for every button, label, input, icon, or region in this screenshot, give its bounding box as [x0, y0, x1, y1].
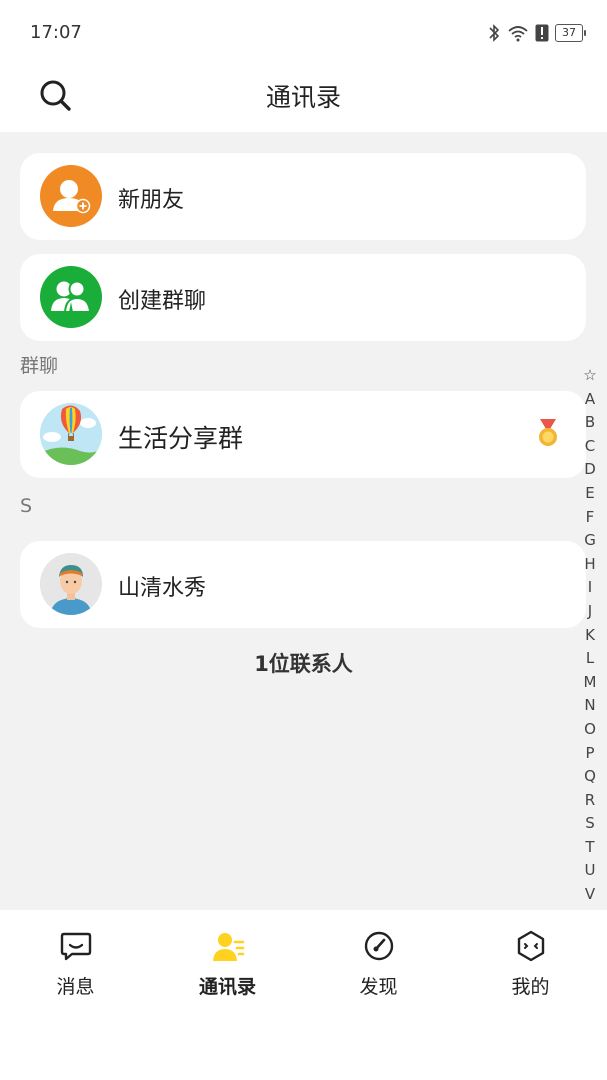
profile-face-icon [517, 930, 545, 962]
group-avatar [40, 403, 102, 465]
compass-icon [364, 931, 394, 961]
alphabet-index-letter[interactable]: S [585, 812, 595, 836]
contacts-section-letter: S [20, 495, 33, 517]
bluetooth-icon [489, 24, 500, 42]
alphabet-index-letter[interactable]: P [585, 742, 594, 766]
status-time: 17:07 [30, 22, 82, 43]
alphabet-index-letter[interactable]: G [584, 529, 596, 553]
create-group-label: 创建群聊 [118, 289, 207, 314]
medal-icon [539, 419, 557, 446]
alphabet-index-letter[interactable]: V [585, 883, 595, 907]
alphabet-index-letter[interactable]: U [585, 859, 596, 883]
new-friends-label: 新朋友 [118, 188, 185, 213]
create-group-icon [40, 266, 102, 328]
header: 通讯录 [0, 66, 607, 132]
alphabet-index-letter[interactable]: J [588, 600, 592, 624]
battery-indicator: 37 [555, 24, 586, 42]
tab-discover-label: 发现 [359, 976, 398, 998]
alphabet-index-letter[interactable]: T [585, 836, 594, 860]
new-friends-entry[interactable]: 新朋友 [20, 153, 586, 240]
tab-profile-label: 我的 [511, 976, 550, 998]
tab-contacts[interactable]: 通讯录 [152, 910, 303, 1010]
alphabet-index-letter[interactable]: A [585, 388, 595, 412]
contact-count: 1位联系人 [254, 652, 353, 676]
alphabet-index-letter[interactable]: ☆ [583, 364, 596, 388]
bottom-tab-bar: 消息 通讯录 发现 我的 [0, 910, 607, 1080]
groups-section-label: 群聊 [20, 355, 59, 377]
tab-discover[interactable]: 发现 [303, 910, 454, 1010]
contacts-icon [213, 933, 245, 961]
alphabet-index-letter[interactable]: C [585, 435, 595, 459]
alphabet-index-letter[interactable]: I [588, 576, 592, 600]
group-item[interactable]: 生活分享群 [20, 391, 586, 478]
alphabet-index-letter[interactable]: L [586, 647, 594, 671]
create-group-entry[interactable]: 创建群聊 [20, 254, 586, 341]
alphabet-index-letter[interactable]: Q [584, 765, 596, 789]
alphabet-index-letter[interactable]: E [585, 482, 594, 506]
alert-icon [535, 24, 549, 42]
alphabet-index-letter[interactable]: D [584, 458, 596, 482]
contact-item[interactable]: 山清水秀 [20, 541, 586, 628]
alphabet-index-letter[interactable]: R [585, 789, 595, 813]
tab-contacts-label: 通讯录 [198, 976, 256, 998]
alphabet-index-letter[interactable]: O [584, 718, 596, 742]
status-icons: 37 [487, 22, 586, 44]
status-bar: 17:07 37 [0, 0, 607, 66]
page-title: 通讯录 [265, 83, 341, 112]
new-friend-icon [40, 165, 102, 227]
message-icon [60, 932, 92, 961]
contact-name: 山清水秀 [118, 576, 207, 601]
tab-profile[interactable]: 我的 [455, 910, 606, 1010]
alphabet-index-letter[interactable]: K [585, 624, 595, 648]
alphabet-index-letter[interactable]: F [586, 506, 595, 530]
tab-messages-label: 消息 [56, 976, 95, 998]
alphabet-index-letter[interactable]: M [584, 671, 597, 695]
alphabet-index-letter[interactable]: B [585, 411, 595, 435]
alphabet-index-letter[interactable]: N [584, 694, 595, 718]
contact-avatar [40, 553, 102, 615]
alphabet-index-letter[interactable]: H [584, 553, 595, 577]
group-name: 生活分享群 [118, 424, 244, 453]
tab-messages[interactable]: 消息 [0, 910, 151, 1010]
alphabet-index[interactable]: ☆ A B C D E F G H I J K L M N O P Q R S T U V [581, 364, 599, 907]
wifi-icon [508, 26, 528, 42]
